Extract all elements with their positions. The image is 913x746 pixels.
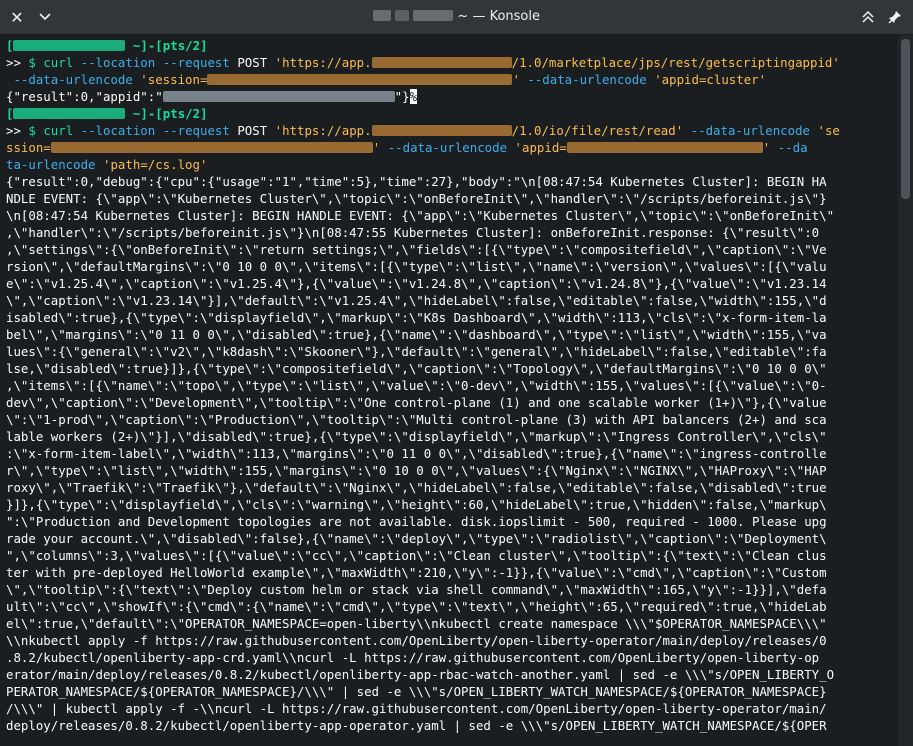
redacted-sep — [395, 10, 410, 21]
redacted-appid — [162, 91, 395, 102]
output-line: el\":true,\"default\":\"OPERATOR_NAMESPA… — [6, 616, 827, 631]
url-suffix: /1.0/marketplace/jps/rest/getscriptingap… — [511, 55, 840, 70]
output-line: erator/main/deploy/releases/0.8.2/kubect… — [6, 667, 835, 682]
output-line: .8.2/kubectl/openliberty-app-crd.yaml\\n… — [6, 650, 820, 665]
result-text: {"result":0,"appid":" — [6, 89, 163, 104]
path-arg: 'path=/cs.log' — [103, 157, 208, 172]
pin-shape-icon — [888, 11, 901, 24]
output-line: ":\"Production and Development topologie… — [6, 514, 827, 529]
output-line: ,\"handler\":\"/scripts/beforeinit.js\"}… — [6, 225, 820, 240]
redacted-host — [413, 10, 454, 21]
pin-icon[interactable] — [882, 4, 908, 30]
session-prefix-part: 'se — [817, 123, 840, 138]
redacted-user — [373, 10, 391, 21]
opt-location: --location — [80, 55, 156, 70]
window-title: ~ — Konsole — [0, 9, 913, 24]
session-suffix: ' — [512, 72, 520, 87]
redacted-domain — [371, 57, 512, 68]
command-line-1b: --data-urlencode 'session= ' --data-urlen… — [6, 71, 898, 88]
output-line: deploy/releases/0.8.2/kubectl/openlibert… — [6, 718, 827, 733]
output-line: \":\"1-prod\",\"caption\":\"Production\"… — [6, 412, 827, 427]
http-method: POST — [237, 55, 268, 70]
opt-request: --request — [162, 123, 230, 138]
output-line: ,\"settings\":{\"onBeforeInit\":\"return… — [6, 242, 827, 257]
redacted-session — [50, 142, 373, 153]
prompt-line: [ ~]-[pts/2] — [6, 106, 208, 121]
session-prefix: 'session= — [140, 72, 208, 87]
appid-suffix: ' — [762, 140, 771, 155]
output-line: ter with pre-deployed HelloWorld example… — [6, 565, 827, 580]
cmd-curl: curl — [43, 123, 74, 138]
command-line-2c: ta-urlencode 'path=/cs.log' — [6, 156, 898, 173]
output-line: }]},{\"type\":\"displayfield\",\"cls\":\… — [6, 497, 827, 512]
output-line: rsion\",\"defaultMargins\":\"0 10 0 0\",… — [6, 259, 827, 274]
output-line: lable workers (2+)\"}],\"disabled\":true… — [6, 429, 827, 444]
output-line: bel\",\"margins\":\"0 11 0 0\",\"disable… — [6, 327, 827, 342]
redacted-prompt-user — [13, 108, 126, 119]
output-line: roxy\",\"Traefik\":\"Traefik\"},\"defaul… — [6, 480, 827, 495]
output-line: ",\"columns\":3,\"values\":[{\"value\":\… — [6, 548, 827, 563]
output-line: ,\"items\":[{\"name\":\"topo\",\"type\":… — [6, 378, 827, 393]
opt-urlencode: --data-urlencode — [387, 140, 508, 155]
output-line: isabled\":true},{\"type\":\"displayfield… — [6, 310, 827, 325]
output-line: lse,\"disabled\":true}]},{\"type\":\"com… — [6, 361, 827, 376]
keep-above-icon[interactable] — [855, 4, 881, 30]
prompt-line: [ ~]-[pts/2] — [6, 38, 208, 53]
url-suffix: /1.0/io/file/rest/read' — [511, 123, 684, 138]
opt-request: --request — [162, 55, 230, 70]
cmd-curl: curl — [43, 55, 74, 70]
window-title-text: ~ — Konsole — [457, 9, 540, 24]
output-line: \",\"caption\":\"v1.23.14\"}],\"default\… — [6, 293, 827, 308]
url-prefix: 'https://app. — [274, 123, 372, 138]
prompt-tty: pts/2 — [162, 38, 201, 53]
output-line: dev\",\"caption\":\"Development\",\"tool… — [6, 395, 827, 410]
session-suffix: ' — [372, 140, 381, 155]
command-line-1: >> $ curl --location --request POST 'htt… — [6, 55, 840, 70]
output-line: \n[08:47:54 Kubernetes Cluster]: BEGIN H… — [6, 208, 835, 223]
output-line: /\\\" | kubectl apply -f -\\ncurl -L htt… — [6, 701, 827, 716]
result-line-1: {"result":0,"appid":" "}% — [6, 88, 898, 105]
opt-urlencode-part: --da — [777, 140, 808, 155]
opt-location: --location — [80, 123, 156, 138]
opt-urlencode: --data-urlencode — [690, 123, 811, 138]
opt-urlencode: --data-urlencode — [527, 72, 647, 87]
prompt-tty: pts/2 — [162, 106, 201, 121]
output-line: ult\":\"cc\",\"showIf\":{\"cmd\":{\"name… — [6, 599, 827, 614]
session-prefix-rest: ssion= — [6, 140, 51, 155]
url-prefix: 'https://app. — [274, 55, 372, 70]
output-line: e\":\"v1.25.4\",\"caption\":\"v1.25.4\"}… — [6, 276, 827, 291]
output-line: \",\"tooltip\":{\"text\":\"Deploy custom… — [6, 582, 827, 597]
command-line-2b: ssion= ' --data-urlencode 'appid= ' --da — [6, 139, 898, 156]
text-cursor: % — [409, 89, 418, 104]
result-end: "} — [394, 89, 410, 104]
output-line: {"result":0,"debug":{"cpu":{"usage":"1",… — [6, 174, 827, 189]
redacted-appid — [566, 142, 763, 153]
redacted-domain — [371, 125, 512, 136]
output-line: NDLE EVENT: {\"app\":\"Kubernetes Cluste… — [6, 191, 827, 206]
output-line: \\nkubectl apply -f https://raw.githubus… — [6, 633, 827, 648]
scrollbar-thumb[interactable] — [901, 39, 910, 199]
output-line: lues\":{\"general\":\"v2\",\"k8dash\":\"… — [6, 344, 827, 359]
output-line: :\"x-form-item-label\",\"width\":113,\"m… — [6, 446, 827, 461]
redacted-prompt-user — [13, 40, 126, 51]
window-titlebar: ✕ ~ — Konsole — [0, 0, 913, 35]
output-line: r\",\"type\":\"list\",\"width\":155,\"ma… — [6, 463, 827, 478]
command-output: {"result":0,"debug":{"cpu":{"usage":"1",… — [6, 173, 898, 734]
output-line: rade your account.\",\"disabled\":false}… — [6, 531, 827, 546]
double-chevron-up-icon — [862, 10, 874, 23]
http-method: POST — [237, 123, 268, 138]
appid-arg: 'appid=cluster' — [654, 72, 767, 87]
opt-urlencode: --data-urlencode — [13, 72, 133, 87]
terminal-scrollbar[interactable] — [898, 35, 913, 746]
terminal-view[interactable]: [ ~]-[pts/2] >> $ curl --location --requ… — [0, 35, 898, 746]
opt-urlencode-rest: ta-urlencode — [6, 157, 96, 172]
redacted-session — [207, 74, 513, 85]
output-line: PERATOR_NAMESPACE/${OPERATOR_NAMESPACE}/… — [6, 684, 827, 699]
command-line-2: >> $ curl --location --request POST 'htt… — [6, 123, 840, 138]
appid-prefix: 'appid= — [514, 140, 567, 155]
